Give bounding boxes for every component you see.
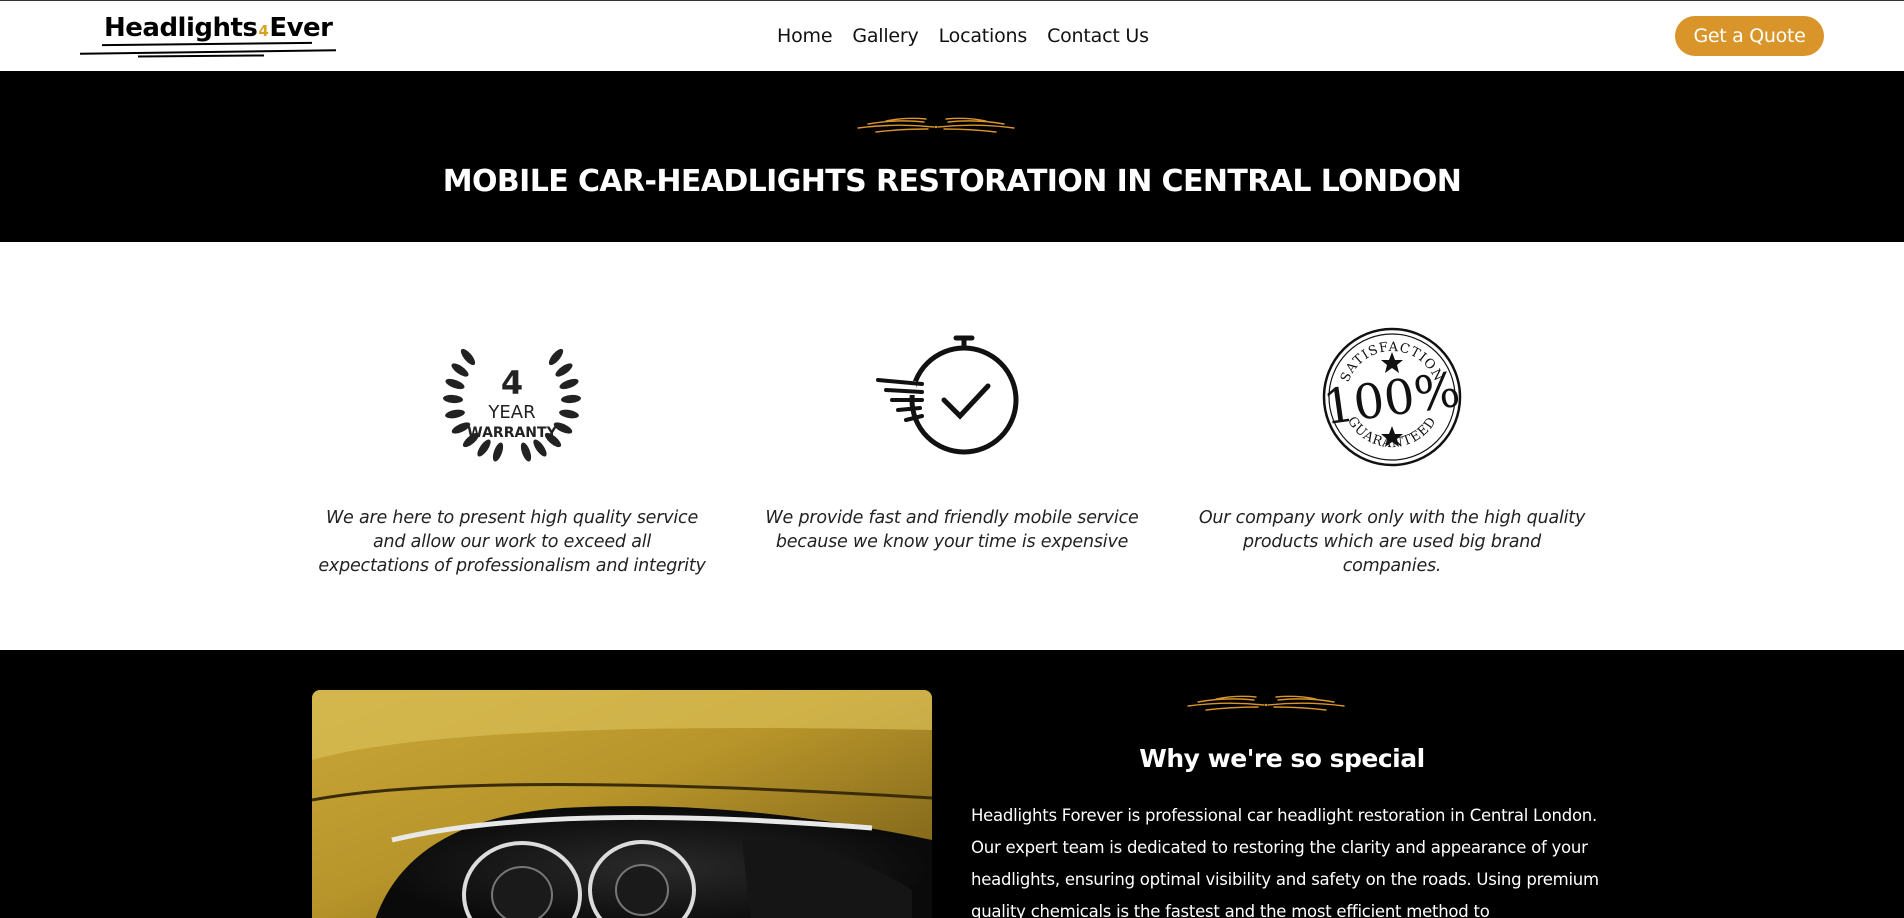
wheat-ornament-icon <box>857 117 1015 133</box>
feature-fast-service-text: We provide fast and friendly mobile serv… <box>765 508 1139 552</box>
why-special-text: Headlights Forever is professional car h… <box>971 806 1599 918</box>
get-a-quote-button[interactable]: Get a Quote <box>1675 16 1824 56</box>
car-headlight-image <box>312 690 932 918</box>
why-special-title: Why we're so special <box>1139 744 1425 773</box>
satisfaction-stamp-icon: SATISFACTION GUARANTEED 100% <box>1320 327 1463 467</box>
main-nav: Home Gallery Locations Contact Us <box>777 25 1149 47</box>
wheat-ornament-icon <box>1187 695 1345 711</box>
logo-underline <box>137 54 265 58</box>
svg-text:4: 4 <box>501 364 523 402</box>
svg-text:WARRANTY: WARRANTY <box>467 425 557 441</box>
hero-title: MOBILE CAR-HEADLIGHTS RESTORATION IN CEN… <box>442 164 1462 199</box>
why-special-section: Why we're so special Headlights Forever … <box>0 650 1904 918</box>
site-header: Headlights4Ever Home Gallery Locations C… <box>0 0 1904 71</box>
logo-text: Headlights4Ever <box>104 13 333 43</box>
hero-banner: MOBILE CAR-HEADLIGHTS RESTORATION IN CEN… <box>0 71 1904 242</box>
site-logo[interactable]: Headlights4Ever <box>78 11 338 61</box>
feature-warranty-text: We are here to present high quality serv… <box>318 508 706 576</box>
nav-contact-link[interactable]: Contact Us <box>1047 25 1149 47</box>
svg-text:YEAR: YEAR <box>487 402 535 423</box>
nav-locations-link[interactable]: Locations <box>939 25 1028 47</box>
nav-gallery-link[interactable]: Gallery <box>852 25 918 47</box>
feature-satisfaction-text: Our company work only with the high qual… <box>1198 508 1586 576</box>
nav-home-link[interactable]: Home <box>777 25 833 47</box>
feature-warranty: 4 YEAR WARRANTY We are here to present h… <box>312 322 712 578</box>
feature-satisfaction: SATISFACTION GUARANTEED 100% Our company… <box>1192 322 1592 578</box>
stopwatch-check-icon <box>876 335 1019 455</box>
feature-fast-service: We provide fast and friendly mobile serv… <box>752 322 1152 554</box>
warranty-laurel-icon: 4 YEAR WARRANTY <box>443 348 581 462</box>
features-section: 4 YEAR WARRANTY We are here to present h… <box>0 242 1904 650</box>
